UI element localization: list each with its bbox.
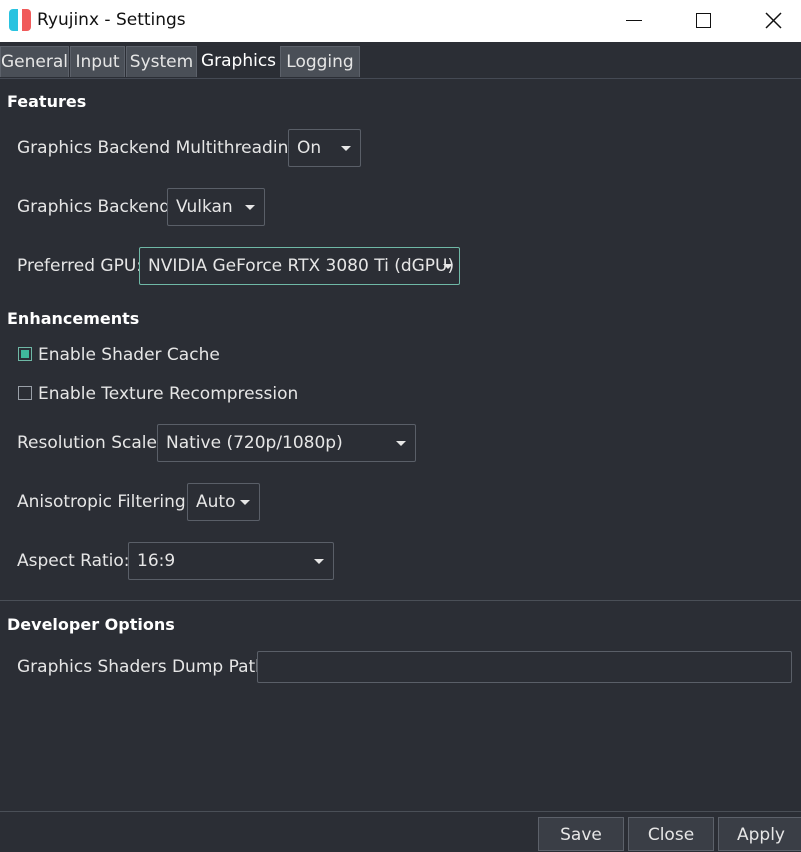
aspect-ratio-value: 16:9 (137, 551, 176, 571)
aspect-ratio-dropdown[interactable]: 16:9 (128, 542, 334, 580)
multithreading-label: Graphics Backend Multithreading: (17, 138, 305, 158)
backend-label: Graphics Backend: (17, 197, 176, 217)
section-divider (0, 600, 801, 601)
preferred-gpu-dropdown[interactable]: NVIDIA GeForce RTX 3080 Ti (dGPU) (139, 247, 460, 285)
chevron-down-icon (341, 146, 351, 151)
texture-recompression-label[interactable]: Enable Texture Recompression (38, 384, 298, 404)
chevron-down-icon (314, 559, 324, 564)
developer-options-heading: Developer Options (7, 615, 175, 634)
chevron-down-icon (240, 500, 250, 505)
multithreading-dropdown[interactable]: On (288, 129, 361, 167)
maximize-button[interactable] (680, 0, 726, 42)
footer-divider (0, 811, 801, 812)
close-window-button[interactable] (750, 0, 796, 42)
texture-recompression-checkbox[interactable] (18, 386, 32, 400)
title-bar: Ryujinx - Settings (0, 0, 801, 42)
tab-system[interactable]: System (126, 46, 197, 77)
enhancements-heading: Enhancements (7, 309, 140, 328)
multithreading-value: On (297, 138, 322, 158)
shaders-dump-path-label: Graphics Shaders Dump Path: (17, 657, 272, 677)
backend-dropdown[interactable]: Vulkan (167, 188, 265, 226)
window-title: Ryujinx - Settings (37, 10, 186, 30)
features-heading: Features (7, 92, 87, 111)
chevron-down-icon (443, 264, 453, 269)
tab-graphics[interactable]: Graphics (198, 45, 279, 78)
resolution-scale-label: Resolution Scale: (17, 433, 163, 453)
close-button[interactable]: Close (628, 817, 714, 851)
ryujinx-logo-icon (9, 9, 31, 31)
preferred-gpu-value: NVIDIA GeForce RTX 3080 Ti (dGPU) (148, 256, 455, 276)
aspect-ratio-label: Aspect Ratio: (17, 551, 130, 571)
anisotropic-dropdown[interactable]: Auto (187, 483, 260, 521)
anisotropic-value: Auto (196, 492, 236, 512)
minimize-button[interactable] (611, 0, 657, 42)
backend-value: Vulkan (176, 197, 233, 217)
chevron-down-icon (245, 205, 255, 210)
chevron-down-icon (396, 441, 406, 446)
resolution-scale-dropdown[interactable]: Native (720p/1080p) (157, 424, 416, 462)
shader-cache-label[interactable]: Enable Shader Cache (38, 345, 220, 365)
shaders-dump-path-input[interactable] (257, 651, 792, 683)
tab-input[interactable]: Input (70, 46, 125, 77)
shader-cache-checkbox[interactable] (18, 347, 32, 361)
anisotropic-label: Anisotropic Filtering: (17, 492, 192, 512)
save-button[interactable]: Save (538, 817, 624, 851)
tab-general[interactable]: General (0, 46, 69, 77)
tab-logging[interactable]: Logging (280, 46, 360, 77)
apply-button[interactable]: Apply (718, 817, 801, 851)
resolution-scale-value: Native (720p/1080p) (166, 433, 343, 453)
preferred-gpu-label: Preferred GPU: (17, 256, 143, 276)
settings-tab-bar: General Input System Graphics Logging (0, 42, 801, 79)
close-icon (765, 12, 782, 29)
